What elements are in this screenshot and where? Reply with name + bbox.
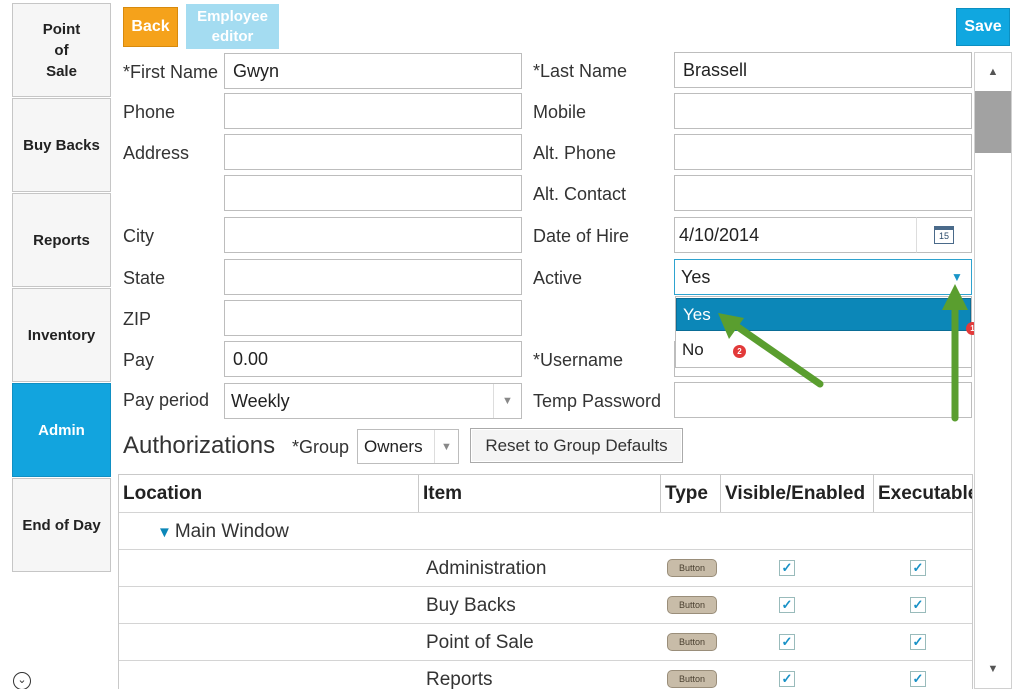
nav-inventory[interactable]: Inventory [12,288,111,382]
temp-password-label: Temp Password [533,391,662,411]
table-row: Administration Button ✓ ✓ [119,549,972,586]
pay-period-value: Weekly [231,390,290,411]
row-item: Buy Backs [426,595,516,616]
city-input[interactable] [224,217,522,253]
expand-triangle-icon[interactable]: ▼ [157,524,172,541]
alt-phone-input[interactable] [674,134,972,170]
active-label: Active [533,268,583,288]
mobile-input[interactable] [674,93,972,129]
active-value: Yes [681,266,711,287]
last-name-label: *Last Name [533,61,628,81]
type-badge: Button [667,596,717,614]
executable-checkbox[interactable]: ✓ [910,671,926,687]
type-badge: Button [667,670,717,688]
nav-point-of-sale[interactable]: Point of Sale [12,3,111,97]
zip-label: ZIP [123,309,152,329]
table-group-row[interactable]: ▼ Main Window [119,512,972,549]
scroll-down-arrow-icon[interactable]: ▼ [975,650,1011,688]
temp-password-input[interactable] [674,382,972,418]
username-label: *Username [533,350,624,370]
nav-end-of-day[interactable]: End of Day [12,478,111,572]
callout-badge-2: 2 [733,345,746,358]
row-item: Administration [426,558,547,579]
zip-input[interactable] [224,300,522,336]
table-row: Buy Backs Button ✓ ✓ [119,586,972,623]
reset-to-group-defaults-button[interactable]: Reset to Group Defaults [470,428,683,463]
save-button[interactable]: Save [956,8,1010,46]
date-of-hire-input[interactable] [674,217,917,253]
table-row: Reports Button ✓ ✓ [119,660,972,689]
active-select[interactable]: Yes ▼ [674,259,972,295]
visible-checkbox[interactable]: ✓ [779,671,795,687]
chevron-down-circle-icon[interactable]: ⌄ [13,672,31,689]
authorizations-table: Location Item Type Visible/Enabled Execu… [118,474,973,689]
state-input[interactable] [224,259,522,295]
pay-period-label: Pay period [123,390,210,410]
pay-input[interactable] [224,341,522,377]
chevron-down-icon: ▼ [493,384,521,418]
column-header-visible-enabled[interactable]: Visible/Enabled [721,475,874,512]
column-header-type[interactable]: Type [661,475,721,512]
back-button[interactable]: Back [123,7,178,47]
city-label: City [123,226,154,246]
chevron-down-icon: ▼ [951,270,963,284]
chevron-down-icon: ▼ [434,430,458,463]
first-name-input[interactable] [224,53,522,89]
alt-contact-label: Alt. Contact [533,184,627,204]
executable-checkbox[interactable]: ✓ [910,597,926,613]
vertical-scrollbar[interactable]: ▲ ▼ [974,52,1012,689]
executable-checkbox[interactable]: ✓ [910,634,926,650]
scrollbar-thumb[interactable] [975,91,1011,153]
active-dropdown-list: Yes No [675,296,972,368]
phone-input[interactable] [224,93,522,129]
column-header-executable[interactable]: Executable [874,475,972,512]
table-row: Point of Sale Button ✓ ✓ [119,623,972,660]
group-row-label: ▼ Main Window [157,521,289,542]
group-label: *Group [292,437,350,457]
executable-checkbox[interactable]: ✓ [910,560,926,576]
visible-checkbox[interactable]: ✓ [779,560,795,576]
calendar-button[interactable]: 15 [916,217,972,253]
calendar-icon: 15 [934,226,954,244]
address-input-2[interactable] [224,175,522,211]
phone-label: Phone [123,102,176,122]
address-label: Address [123,143,190,163]
visible-checkbox[interactable]: ✓ [779,634,795,650]
mobile-label: Mobile [533,102,587,122]
authorizations-title: Authorizations [123,432,276,459]
group-value: Owners [364,436,423,456]
nav-admin[interactable]: Admin [12,383,111,477]
employee-editor-tab[interactable]: Employee editor [186,4,279,49]
pay-period-select[interactable]: Weekly ▼ [224,383,522,419]
alt-contact-input[interactable] [674,175,972,211]
first-name-label: *First Name [123,62,219,82]
date-of-hire-label: Date of Hire [533,226,630,246]
active-option-yes[interactable]: Yes [676,298,971,331]
last-name-input[interactable] [674,52,972,88]
scroll-up-arrow-icon[interactable]: ▲ [975,53,1011,91]
group-select[interactable]: Owners ▼ [357,429,459,464]
alt-phone-label: Alt. Phone [533,143,617,163]
row-item: Reports [426,669,493,689]
visible-checkbox[interactable]: ✓ [779,597,795,613]
pay-label: Pay [123,350,155,370]
type-badge: Button [667,633,717,651]
type-badge: Button [667,559,717,577]
column-header-location[interactable]: Location [119,475,419,512]
address-input-1[interactable] [224,134,522,170]
column-header-item[interactable]: Item [419,475,661,512]
state-label: State [123,268,166,288]
active-option-no[interactable]: No [676,333,971,366]
row-item: Point of Sale [426,632,534,653]
nav-buy-backs[interactable]: Buy Backs [12,98,111,192]
nav-reports[interactable]: Reports [12,193,111,287]
